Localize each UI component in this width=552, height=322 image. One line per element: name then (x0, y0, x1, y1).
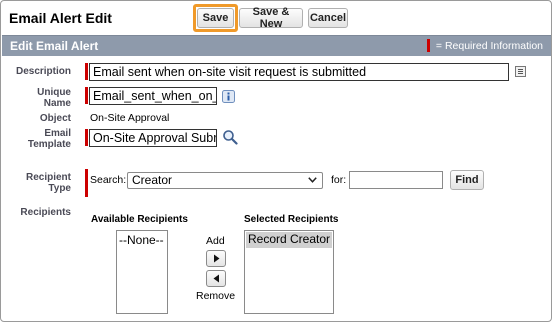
save-and-new-button[interactable]: Save & New (239, 6, 303, 30)
chevron-down-icon (308, 177, 317, 183)
email-template-label-line1: Email (44, 128, 71, 139)
recipient-type-label: Recipient Type (9, 172, 71, 194)
email-template-label-line2: Template (27, 139, 71, 150)
available-recipients-label: Available Recipients (91, 214, 188, 225)
cancel-button[interactable]: Cancel (308, 8, 348, 28)
email-template-field[interactable]: On-Site Approval Subr (89, 129, 217, 147)
recipient-type-label-line1: Recipient (25, 172, 71, 183)
object-value: On-Site Approval (90, 112, 170, 124)
add-button[interactable] (206, 250, 226, 267)
description-label: Description (15, 66, 71, 77)
remove-button[interactable] (206, 270, 226, 287)
arrow-right-icon (213, 254, 219, 263)
required-indicator (85, 63, 88, 80)
info-icon[interactable] (222, 90, 235, 103)
required-marker (426, 39, 430, 52)
required-indicator (85, 129, 88, 146)
selected-recipients-label: Selected Recipients (244, 214, 339, 225)
required-legend-text: = Required Information (435, 39, 543, 52)
available-recipients-list[interactable]: --None-- (116, 230, 168, 314)
recipient-type-selected: Creator (132, 173, 173, 187)
email-alert-edit-panel: Email Alert Edit Save Save & New Cancel … (0, 0, 552, 322)
section-header: Edit Email Alert = Required Information (2, 35, 551, 56)
required-indicator (85, 169, 88, 197)
unique-name-label-line1: Unique (37, 87, 71, 98)
remove-label: Remove (196, 290, 236, 302)
list-item[interactable]: --None-- (119, 233, 164, 247)
page-title: Email Alert Edit (9, 10, 112, 26)
recipients-label: Recipients (20, 207, 71, 218)
selected-recipients-list[interactable]: Record Creator (244, 230, 334, 314)
description-field[interactable]: Email sent when on-site visit request is… (89, 63, 509, 81)
search-label: Search: (90, 174, 127, 186)
unique-name-field[interactable]: Email_sent_when_on_ (89, 87, 217, 105)
unique-name-label-line2: Name (43, 98, 71, 109)
required-legend: = Required Information (426, 39, 543, 52)
recipient-type-select[interactable]: Creator (127, 172, 323, 189)
add-label: Add (206, 235, 225, 247)
list-item[interactable]: Record Creator (246, 232, 332, 248)
find-button[interactable]: Find (450, 170, 484, 190)
object-label: Object (39, 113, 71, 124)
arrow-left-icon (213, 274, 219, 283)
save-button[interactable]: Save (197, 8, 234, 28)
for-label: for: (331, 174, 347, 186)
unique-name-label: Unique Name (9, 87, 71, 109)
for-input[interactable] (349, 171, 443, 189)
email-template-label: Email Template (9, 128, 71, 150)
expand-icon[interactable] (515, 66, 526, 77)
section-title: Edit Email Alert (10, 39, 99, 53)
recipient-type-label-line2: Type (48, 183, 71, 194)
required-indicator (85, 87, 88, 104)
magnifier-icon[interactable] (222, 129, 238, 145)
